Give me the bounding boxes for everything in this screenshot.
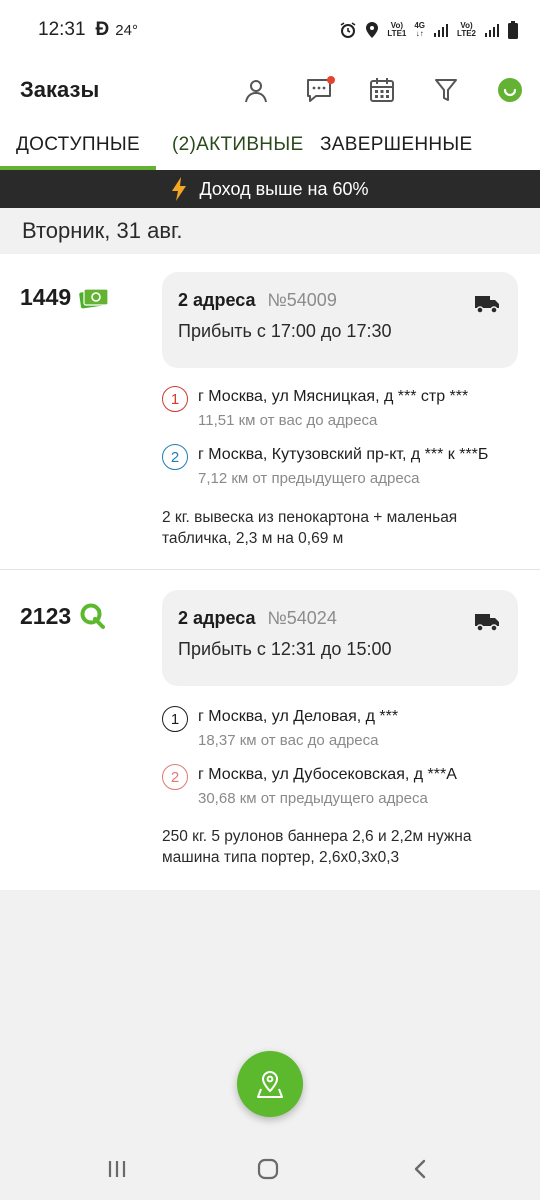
orders-list: 1449 2 адреса №54009 Прибыть с 17:00 до … bbox=[0, 254, 540, 890]
order-description: 2 кг. вывеска из пенокартона + маленьая … bbox=[162, 509, 458, 547]
home-icon[interactable] bbox=[253, 1154, 283, 1184]
arrival-window: Прибыть с 17:00 до 17:30 bbox=[178, 321, 392, 341]
stop-index: 1 bbox=[162, 706, 188, 732]
lightning-icon bbox=[172, 177, 187, 201]
status-time: 12:31 bbox=[38, 19, 86, 40]
profile-icon[interactable] bbox=[240, 74, 272, 106]
map-pin-icon bbox=[257, 1070, 283, 1098]
sim1-indicator: Vo) LTE1 bbox=[387, 21, 407, 38]
stop-address: г Москва, Кутузовский пр-кт, д *** к ***… bbox=[198, 446, 489, 463]
stop-address: г Москва, ул Мясницкая, д *** стр *** bbox=[198, 388, 469, 405]
signal-icon bbox=[485, 24, 499, 37]
order-price: 1449 bbox=[20, 284, 109, 311]
order-item[interactable]: 1449 2 адреса №54009 Прибыть с 17:00 до … bbox=[0, 254, 540, 570]
truck-icon bbox=[475, 614, 499, 632]
signal-icon bbox=[434, 24, 449, 37]
stop-address: г Москва, ул Дубосековская, д ***А bbox=[198, 766, 457, 783]
order-card[interactable]: 2 адреса №54009 Прибыть с 17:00 до 17:30 bbox=[162, 272, 518, 368]
stop-address: г Москва, ул Деловая, д *** bbox=[198, 708, 399, 725]
status-temperature: 24° bbox=[115, 21, 138, 39]
order-description: 250 кг. 5 рулонов баннера 2,6 и 2,2м нуж… bbox=[162, 828, 472, 866]
filter-icon[interactable] bbox=[430, 74, 462, 106]
page-title: Заказы bbox=[20, 77, 100, 102]
stop-distance: 7,12 км от предыдущего адреса bbox=[198, 470, 420, 487]
back-icon[interactable] bbox=[405, 1154, 435, 1184]
order-item[interactable]: 2123 2 адреса №54024 Прибыть с 12:31 до … bbox=[0, 572, 540, 890]
location-icon bbox=[366, 22, 379, 38]
order-number: №54009 bbox=[267, 290, 337, 310]
sim2-indicator: Vo) LTE2 bbox=[457, 21, 476, 38]
alarm-icon bbox=[340, 22, 356, 38]
net-indicator: 4G ↓↑ bbox=[414, 21, 426, 38]
app-bar: Заказы bbox=[0, 60, 540, 120]
stop-index: 2 bbox=[162, 444, 188, 470]
order-price: 2123 bbox=[20, 602, 107, 630]
date-header: Вторник, 31 авг. bbox=[0, 208, 540, 254]
order-number: №54024 bbox=[267, 608, 337, 628]
stop-distance: 30,68 км от предыдущего адреса bbox=[198, 790, 428, 807]
battery-icon bbox=[508, 21, 518, 39]
system-nav-bar bbox=[0, 1136, 540, 1200]
truck-icon bbox=[475, 296, 499, 314]
status-app-icon: Ð bbox=[95, 19, 110, 40]
tab-bar: ДОСТУПНЫЕ (2)АКТИВНЫЕ ЗАВЕРШЕННЫЕ bbox=[0, 120, 540, 170]
arrival-window: Прибыть с 12:31 до 15:00 bbox=[178, 639, 392, 659]
stop-index: 1 bbox=[162, 386, 188, 412]
calendar-icon[interactable] bbox=[366, 74, 398, 106]
stop-index: 2 bbox=[162, 764, 188, 790]
order-card[interactable]: 2 адреса №54024 Прибыть с 12:31 до 15:00 bbox=[162, 590, 518, 686]
addresses-count: 2 адреса bbox=[178, 608, 256, 628]
status-icons: Vo) LTE1 4G ↓↑ Vo) LTE2 bbox=[339, 21, 518, 39]
cash-icon bbox=[79, 287, 109, 308]
status-bar: 12:31 Ð 24° Vo) LTE1 4G ↓↑ Vo) LTE2 bbox=[0, 0, 540, 60]
tab-available[interactable]: ДОСТУПНЫЕ bbox=[16, 120, 140, 170]
chat-icon[interactable] bbox=[304, 74, 336, 106]
addresses-count: 2 адреса bbox=[178, 290, 256, 310]
map-button[interactable] bbox=[237, 1051, 303, 1117]
recent-apps-icon[interactable] bbox=[102, 1154, 132, 1184]
stop-distance: 18,37 км от вас до адреса bbox=[198, 732, 379, 749]
tab-completed[interactable]: ЗАВЕРШЕННЫЕ bbox=[320, 120, 473, 170]
online-status-icon[interactable] bbox=[494, 74, 526, 106]
qiwi-icon bbox=[80, 603, 106, 629]
tab-active[interactable]: (2)АКТИВНЫЕ bbox=[172, 120, 303, 170]
stop-distance: 11,51 км от вас до адреса bbox=[198, 412, 378, 429]
banner-text: Доход выше на 60% bbox=[199, 178, 369, 199]
income-banner[interactable]: Доход выше на 60% bbox=[0, 170, 540, 208]
